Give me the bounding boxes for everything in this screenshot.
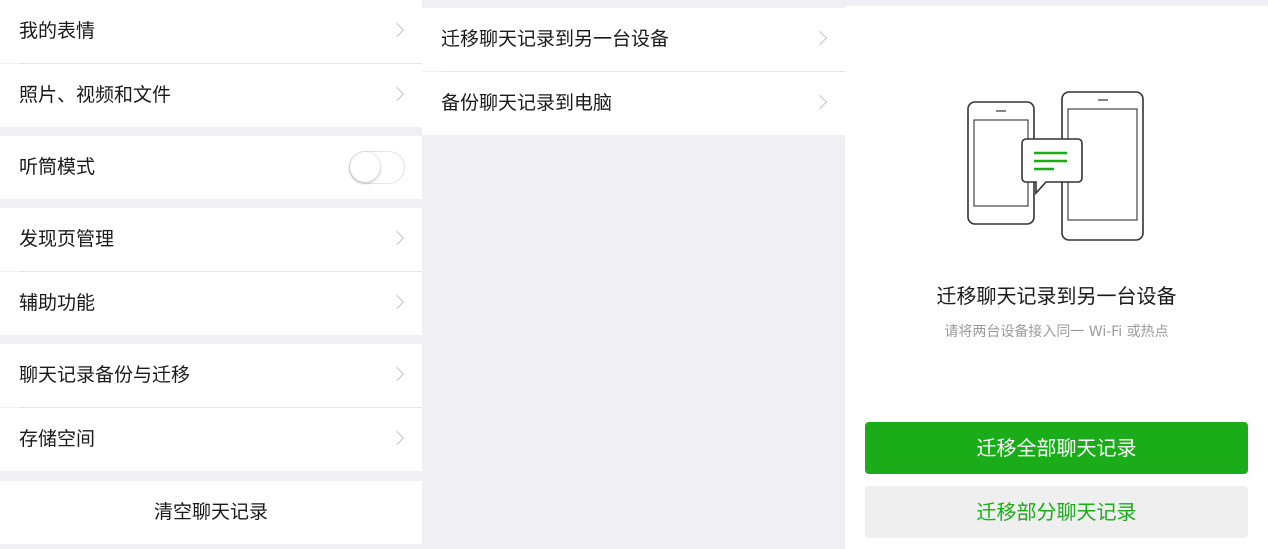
chevron-right-icon <box>389 22 405 38</box>
chevron-right-icon <box>389 294 405 310</box>
row-photos-videos-files[interactable]: 照片、视频和文件 <box>0 64 422 127</box>
row-label: 辅助功能 <box>19 292 96 314</box>
row-chat-backup-migrate[interactable]: 聊天记录备份与迁移 <box>0 344 422 407</box>
migrate-all-button[interactable]: 迁移全部聊天记录 <box>865 422 1248 474</box>
row-label: 迁移聊天记录到另一台设备 <box>441 28 670 50</box>
row-earpiece-mode: 听筒模式 <box>0 136 422 199</box>
backup-menu-panel: 迁移聊天记录到另一台设备 备份聊天记录到电脑 <box>422 0 845 549</box>
migrate-panel: 迁移聊天记录到另一台设备 请将两台设备接入同一 Wi-Fi 或热点 迁移全部聊天… <box>845 0 1268 549</box>
row-label: 存储空间 <box>19 428 96 450</box>
chevron-right-icon <box>389 86 405 102</box>
row-label: 备份聊天记录到电脑 <box>441 92 613 114</box>
row-label: 我的表情 <box>19 20 96 42</box>
row-label: 发现页管理 <box>19 228 115 250</box>
row-discover-management[interactable]: 发现页管理 <box>0 208 422 271</box>
toggle-knob <box>350 152 380 182</box>
chevron-right-icon <box>812 94 828 110</box>
settings-panel: 我的表情 照片、视频和文件 听筒模式 发现页管理 辅助功能 聊天记录备份与迁移 … <box>0 0 422 549</box>
row-backup-to-pc[interactable]: 备份聊天记录到电脑 <box>422 72 845 135</box>
chevron-right-icon <box>389 230 405 246</box>
row-my-stickers[interactable]: 我的表情 <box>0 0 422 63</box>
row-label: 照片、视频和文件 <box>19 84 172 106</box>
chevron-right-icon <box>389 366 405 382</box>
row-migrate-to-device[interactable]: 迁移聊天记录到另一台设备 <box>422 8 845 71</box>
migrate-title: 迁移聊天记录到另一台设备 <box>936 284 1177 308</box>
chevron-right-icon <box>812 30 828 46</box>
migrate-partial-button[interactable]: 迁移部分聊天记录 <box>865 486 1248 538</box>
row-label: 听筒模式 <box>19 156 96 178</box>
clear-chat-history-label: 清空聊天记录 <box>153 501 268 523</box>
row-accessibility[interactable]: 辅助功能 <box>0 272 422 335</box>
top-strip <box>845 0 1268 6</box>
clear-chat-history-button[interactable]: 清空聊天记录 <box>0 481 422 544</box>
earpiece-mode-toggle[interactable] <box>349 151 405 184</box>
migrate-subtitle: 请将两台设备接入同一 Wi-Fi 或热点 <box>944 324 1169 340</box>
row-label: 聊天记录备份与迁移 <box>19 364 191 386</box>
chevron-right-icon <box>389 430 405 446</box>
row-storage[interactable]: 存储空间 <box>0 408 422 471</box>
phone-transfer-icon <box>967 91 1144 241</box>
